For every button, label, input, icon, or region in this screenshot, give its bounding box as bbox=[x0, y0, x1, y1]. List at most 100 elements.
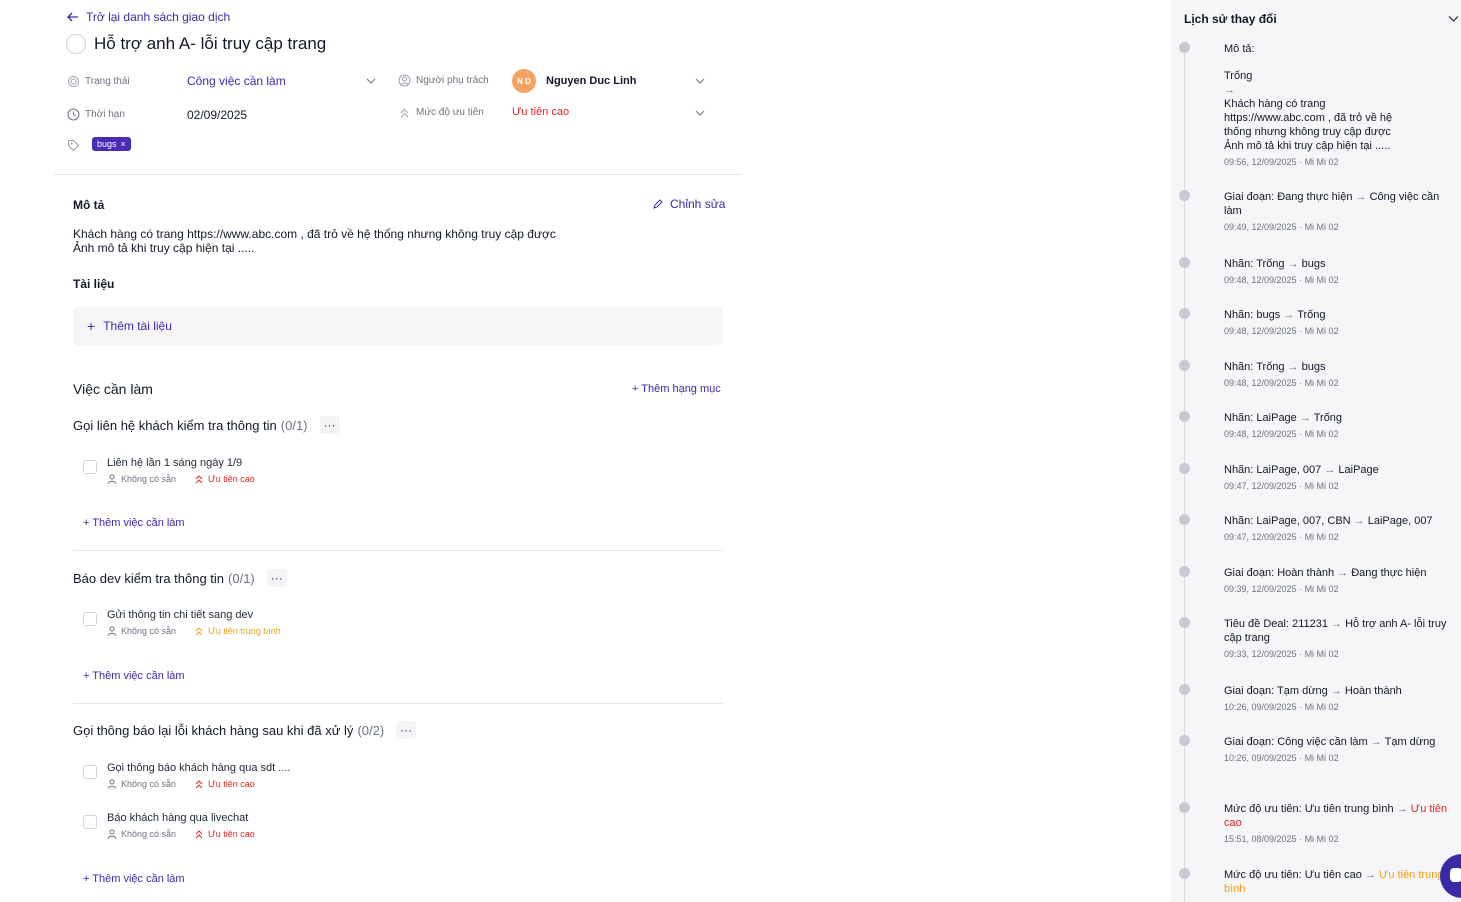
add-task-button[interactable]: + Thêm việc cần làm bbox=[83, 517, 185, 529]
double-chevron-up-icon bbox=[400, 108, 409, 118]
deal-title[interactable]: Hỗ trợ anh A- lỗi truy cập trang bbox=[94, 34, 326, 54]
user-icon bbox=[107, 626, 117, 636]
history-field-label: Nhãn: bbox=[1224, 309, 1257, 321]
history-field-label: Tiêu đề Deal: bbox=[1224, 618, 1293, 630]
documents-heading: Tài liệu bbox=[73, 277, 115, 291]
task-checkbox[interactable] bbox=[83, 612, 97, 626]
history-change-text: Nhãn: Trống → bugs 09:48, 12/09/2025 · Mi… bbox=[1224, 257, 1450, 287]
chevron-down-icon[interactable] bbox=[694, 107, 706, 119]
status-icon bbox=[68, 76, 79, 87]
deal-detail-main: Trở lại danh sách giao dịch Hỗ trợ anh A… bbox=[0, 0, 1170, 902]
timeline-dot bbox=[1179, 566, 1190, 577]
todo-heading: Việc cần làm bbox=[73, 381, 153, 397]
priority-field-label: Mức độ ưu tiên bbox=[398, 106, 484, 119]
timeline-dot bbox=[1179, 190, 1190, 201]
user-icon bbox=[107, 474, 117, 484]
tag-chip[interactable]: bugs × bbox=[92, 137, 131, 151]
history-to-value: Trống bbox=[1297, 309, 1326, 321]
history-change-text: Giai đoạn: Công việc cần làm → Tạm dừng 1… bbox=[1224, 735, 1450, 765]
tag-icon bbox=[68, 140, 80, 152]
arrow-right-icon: → bbox=[1334, 567, 1352, 579]
history-timestamp: 09:48, 12/09/2025 · Mi Mi 02 bbox=[1224, 378, 1339, 388]
add-task-button[interactable]: + Thêm việc cần làm bbox=[83, 873, 185, 885]
more-options-icon[interactable]: ··· bbox=[396, 721, 417, 739]
add-document-button[interactable]: + Thêm tài liệu bbox=[73, 306, 723, 346]
arrow-right-icon: → bbox=[1321, 464, 1339, 476]
chevron-down-icon[interactable] bbox=[1447, 12, 1460, 25]
assignee-name: Nguyen Duc Linh bbox=[546, 75, 637, 87]
history-field-label: Mức độ ưu tiên: bbox=[1224, 869, 1305, 881]
arrow-right-icon: → bbox=[1352, 191, 1370, 203]
arrow-right-icon: → bbox=[1350, 515, 1368, 527]
description-text: Khách hàng có trang https://www.abc.com … bbox=[73, 227, 556, 255]
edit-description-button[interactable]: Chỉnh sửa bbox=[652, 197, 725, 211]
timeline-dot bbox=[1179, 617, 1190, 628]
priority-medium-icon bbox=[195, 627, 203, 636]
divider bbox=[54, 174, 742, 175]
history-field-label: Nhãn: bbox=[1224, 412, 1257, 424]
close-icon[interactable]: × bbox=[121, 139, 126, 149]
arrow-right-icon: → bbox=[1361, 869, 1379, 881]
status-select[interactable]: Công việc cần làm bbox=[187, 74, 286, 88]
more-options-icon[interactable]: ··· bbox=[319, 416, 340, 434]
history-change-text: Mức độ ưu tiên: Ưu tiên trung bình → Ưu … bbox=[1224, 802, 1450, 846]
avatar: N D bbox=[512, 69, 536, 93]
history-from-value: Trống bbox=[1256, 258, 1285, 270]
history-to-value: Trống bbox=[1313, 412, 1343, 424]
title-row: Hỗ trợ anh A- lỗi truy cập trang bbox=[66, 34, 326, 54]
priority-high-icon bbox=[195, 475, 203, 484]
history-change-text: Tiêu đề Deal: 211231 → Hỗ trợ anh A- lỗi… bbox=[1224, 617, 1450, 661]
timeline-dot bbox=[1179, 802, 1190, 813]
history-field-label: Nhãn: bbox=[1224, 515, 1257, 527]
deadline-value[interactable]: 02/09/2025 bbox=[187, 108, 247, 122]
user-icon bbox=[107, 779, 117, 789]
chevron-down-icon[interactable] bbox=[694, 75, 706, 87]
history-timestamp: 09:48, 12/09/2025 · Mi Mi 02 bbox=[1224, 326, 1339, 336]
history-from-value: LaiPage, 007, CBN bbox=[1256, 515, 1351, 527]
history-from-value: LaiPage, 007 bbox=[1256, 464, 1322, 476]
timeline-dot bbox=[1179, 257, 1190, 268]
more-options-icon[interactable]: ··· bbox=[266, 569, 287, 587]
history-to-value: LaiPage, 007 bbox=[1367, 515, 1433, 527]
back-label: Trở lại danh sách giao dịch bbox=[86, 10, 231, 24]
task-checkbox[interactable] bbox=[83, 460, 97, 474]
history-heading: Lịch sử thay đổi bbox=[1184, 12, 1277, 26]
todo-group-title: Gọi liên hệ khách kiểm tra thông tin (0/… bbox=[73, 416, 340, 434]
history-field-label: Giai đoạn: bbox=[1224, 685, 1278, 697]
history-field-label: Mức độ ưu tiên: bbox=[1224, 803, 1305, 815]
pencil-icon bbox=[653, 199, 663, 209]
add-task-button[interactable]: + Thêm việc cần làm bbox=[83, 670, 185, 682]
priority-select[interactable]: Ưu tiên cao bbox=[512, 106, 569, 118]
history-to-value: bugs bbox=[1301, 361, 1326, 373]
arrow-right-icon: → bbox=[1367, 736, 1385, 748]
history-from-value: Hoàn thành bbox=[1277, 567, 1335, 579]
assignee-select[interactable]: N D Nguyen Duc Linh bbox=[512, 69, 636, 93]
timeline-dot bbox=[1179, 42, 1190, 53]
chat-icon bbox=[1450, 868, 1461, 882]
history-from-value: Đang thực hiện bbox=[1277, 191, 1353, 203]
task-checkbox[interactable] bbox=[83, 815, 97, 829]
history-from-value: Ưu tiên cao bbox=[1304, 869, 1362, 881]
divider bbox=[73, 703, 723, 704]
history-timestamp: 09:47, 12/09/2025 · Mi Mi 02 bbox=[1224, 481, 1339, 491]
history-change-text: Giai đoạn: Đang thực hiện → Công việc cầ… bbox=[1224, 190, 1450, 234]
history-timestamp: 09:49, 12/09/2025 · Mi Mi 02 bbox=[1224, 222, 1339, 232]
history-change-text: Giai đoạn: Hoàn thành → Đang thực hiện 09… bbox=[1224, 566, 1450, 596]
task-checkbox[interactable] bbox=[83, 765, 97, 779]
divider bbox=[73, 550, 723, 551]
timeline-dot bbox=[1179, 360, 1190, 371]
add-category-button[interactable]: + Thêm hạng mục bbox=[632, 383, 721, 395]
history-timestamp: 09:48, 12/09/2025 · Mi Mi 02 bbox=[1224, 429, 1339, 439]
status-field-label: Trạng thái bbox=[67, 75, 130, 88]
history-timestamp: 10:26, 09/09/2025 · Mi Mi 02 bbox=[1224, 702, 1339, 712]
complete-toggle[interactable] bbox=[66, 34, 86, 54]
chevron-down-icon[interactable] bbox=[365, 75, 377, 87]
history-from-value: Tạm dừng bbox=[1277, 685, 1328, 697]
timeline-dot bbox=[1179, 735, 1190, 746]
history-timestamp: 09:48, 12/09/2025 · Mi Mi 02 bbox=[1224, 275, 1339, 285]
history-from-value: LaiPage bbox=[1256, 412, 1297, 424]
arrow-left-icon bbox=[67, 12, 78, 22]
history-change-text: Nhãn: LaiPage → Trống 09:48, 12/09/2025 ·… bbox=[1224, 411, 1450, 441]
back-to-list-link[interactable]: Trở lại danh sách giao dịch bbox=[66, 10, 230, 24]
deadline-field-label: Thời hạn bbox=[67, 108, 125, 121]
